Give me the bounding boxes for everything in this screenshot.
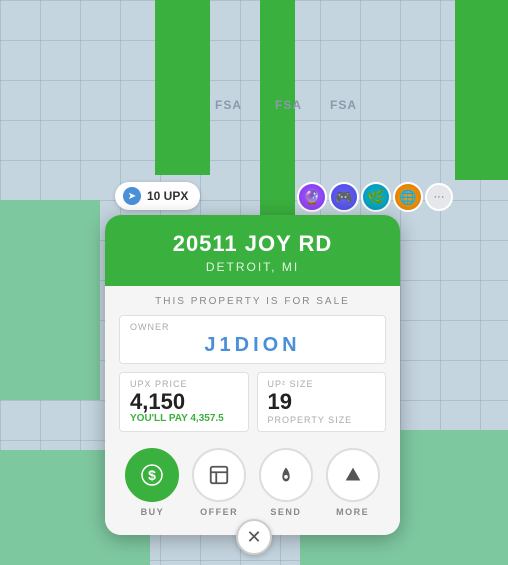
avatar-4[interactable]: 🌐	[393, 182, 423, 212]
upx-amount: 10 UPX	[147, 189, 188, 203]
offer-button[interactable]: OFFER	[192, 448, 246, 517]
owner-section: OWNER J1DION	[119, 315, 386, 364]
card-body: THIS PROPERTY IS FOR SALE OWNER J1DION U…	[105, 286, 400, 535]
up2-size-box: UP² SIZE 19 PROPERTY SIZE	[257, 372, 387, 432]
avatar-2[interactable]: 🎮	[329, 182, 359, 212]
avatar-3[interactable]: 🌿	[361, 182, 391, 212]
upx-badge[interactable]: ➤ 10 UPX	[115, 182, 200, 210]
map-block-4	[455, 0, 508, 180]
upx-price-box: UPX PRICE 4,150 YOU'LL PAY 4,357.5	[119, 372, 249, 432]
avatar-row: 🔮 🎮 🌿 🌐 ···	[297, 182, 453, 212]
send-label: SEND	[270, 507, 301, 517]
avatar-1[interactable]: 🔮	[297, 182, 327, 212]
more-avatars-button[interactable]: ···	[425, 183, 453, 211]
upx-arrow-icon: ➤	[123, 187, 141, 205]
fsa-label-1: FSA	[215, 98, 242, 112]
buy-button[interactable]: $ BUY	[125, 448, 179, 517]
action-buttons: $ BUY OFFER	[119, 444, 386, 525]
up2-size-label: UP² SIZE	[268, 379, 376, 389]
up2-size-value: 19	[268, 391, 376, 413]
for-sale-label: THIS PROPERTY IS FOR SALE	[119, 296, 386, 307]
card-header: 20511 JOY RD DETROIT, MI	[105, 215, 400, 286]
fsa-label-3: FSA	[330, 98, 357, 112]
upx-price-note: YOU'LL PAY 4,357.5	[130, 413, 238, 424]
fsa-label-2: FSA	[275, 98, 302, 112]
map-block-1	[155, 0, 210, 175]
property-card: 20511 JOY RD DETROIT, MI THIS PROPERTY I…	[105, 215, 400, 535]
buy-icon: $	[125, 448, 179, 502]
stats-row: UPX PRICE 4,150 YOU'LL PAY 4,357.5 UP² S…	[119, 372, 386, 432]
owner-name[interactable]: J1DION	[130, 334, 375, 357]
more-icon	[326, 448, 380, 502]
send-icon	[259, 448, 313, 502]
close-button[interactable]: ✕	[236, 519, 272, 555]
map-block-3	[0, 200, 100, 400]
owner-label: OWNER	[130, 322, 375, 332]
more-label: MORE	[336, 507, 369, 517]
upx-price-label: UPX PRICE	[130, 379, 238, 389]
buy-label: BUY	[141, 507, 165, 517]
offer-icon	[192, 448, 246, 502]
svg-text:$: $	[148, 467, 156, 483]
property-city: DETROIT, MI	[117, 260, 388, 274]
upx-price-value: 4,150	[130, 391, 238, 413]
property-size-label: PROPERTY SIZE	[268, 415, 376, 425]
more-button[interactable]: MORE	[326, 448, 380, 517]
offer-label: OFFER	[200, 507, 238, 517]
send-button[interactable]: SEND	[259, 448, 313, 517]
property-address: 20511 JOY RD	[117, 231, 388, 257]
